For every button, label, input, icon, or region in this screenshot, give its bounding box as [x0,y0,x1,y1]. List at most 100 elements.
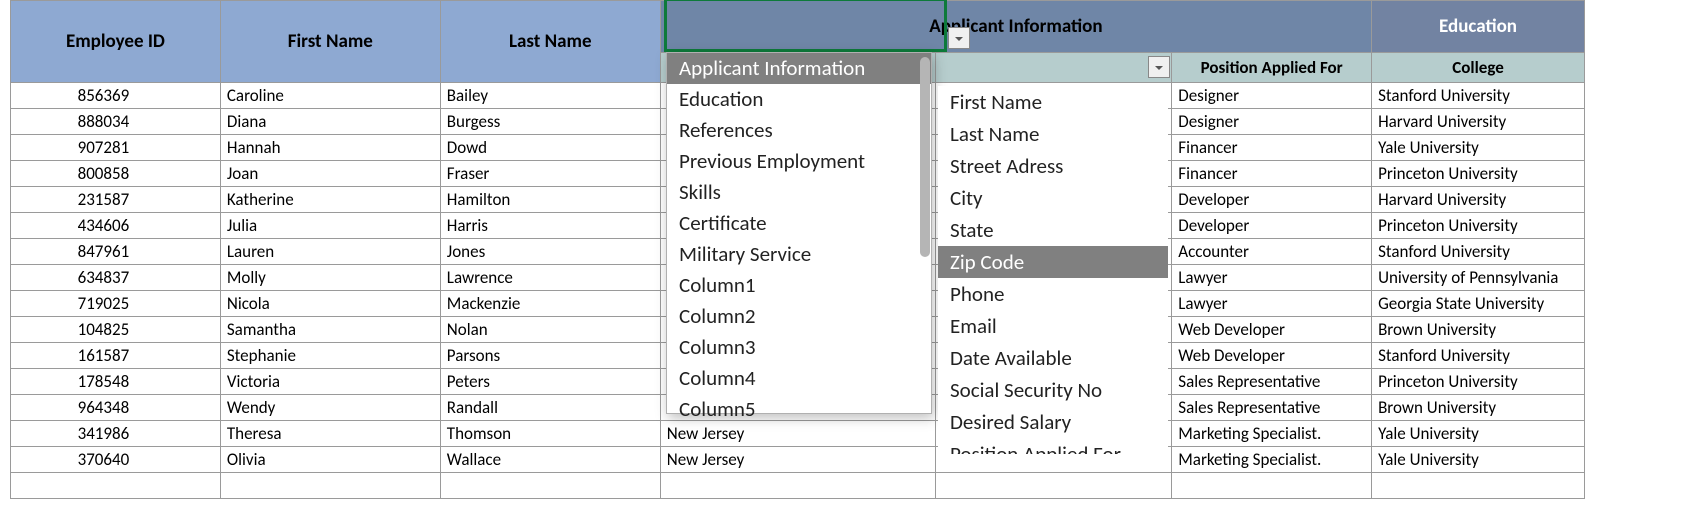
cell-position[interactable]: Web Developer [1172,343,1372,369]
table-row[interactable]: 370640OliviaWallaceNew JerseyMarketing S… [11,447,1585,473]
cell-employee-id[interactable]: 847961 [11,239,221,265]
dropdown-item[interactable]: First Name [938,86,1168,118]
cell-first-name[interactable]: Caroline [220,83,440,109]
cell-employee-id[interactable]: 161587 [11,343,221,369]
dropdown-item[interactable]: Position Applied For [938,438,1168,454]
cell-college[interactable]: Princeton University [1372,369,1585,395]
cell-employee-id[interactable]: 888034 [11,109,221,135]
cell-college[interactable]: Georgia State University [1372,291,1585,317]
cell-last-name[interactable]: Thomson [440,421,660,447]
header-education[interactable]: Education [1372,1,1585,53]
table-row[interactable] [11,473,1585,499]
dropdown-item[interactable]: Email [938,310,1168,342]
cell-first-name[interactable]: Wendy [220,395,440,421]
dropdown-item[interactable]: Column5 [667,394,931,425]
subheader-position[interactable]: Position Applied For [1172,53,1372,83]
cell-last-name[interactable]: Hamilton [440,187,660,213]
group-dropdown-list[interactable]: Applicant InformationEducationReferences… [666,52,932,414]
cell-first-name[interactable]: Nicola [220,291,440,317]
header-employee-id[interactable]: Employee ID [11,1,221,83]
cell-college[interactable]: Stanford University [1372,343,1585,369]
cell-last-name[interactable]: Wallace [440,447,660,473]
cell-employee-id[interactable]: 178548 [11,369,221,395]
cell-first-name[interactable]: Katherine [220,187,440,213]
cell-last-name[interactable]: Dowd [440,135,660,161]
header-applicant-information[interactable]: Applicant Information [660,1,1371,53]
cell-first-name[interactable]: Olivia [220,447,440,473]
cell-employee-id[interactable]: 964348 [11,395,221,421]
cell-employee-id[interactable]: 800858 [11,161,221,187]
cell-employee-id[interactable]: 907281 [11,135,221,161]
cell-first-name[interactable]: Lauren [220,239,440,265]
cell-position[interactable]: Developer [1172,213,1372,239]
dropdown-item[interactable]: Column2 [667,301,931,332]
city-dropdown-trigger[interactable] [1148,56,1170,78]
dropdown-item[interactable]: Skills [667,177,931,208]
cell-last-name[interactable]: Burgess [440,109,660,135]
cell-position[interactable]: Marketing Specialist. [1172,421,1372,447]
cell-employee-id[interactable]: 341986 [11,421,221,447]
cell-college[interactable]: University of Pennsylvania [1372,265,1585,291]
dropdown-item[interactable]: References [667,115,931,146]
cell-position[interactable]: Designer [1172,83,1372,109]
cell-last-name[interactable]: Lawrence [440,265,660,291]
cell-employee-id[interactable]: 719025 [11,291,221,317]
cell-last-name[interactable]: Randall [440,395,660,421]
cell-position[interactable]: Designer [1172,109,1372,135]
cell-first-name[interactable]: Joan [220,161,440,187]
cell-employee-id[interactable]: 434606 [11,213,221,239]
cell-employee-id[interactable]: 856369 [11,83,221,109]
scrollbar-thumb[interactable] [920,57,930,257]
cell-college[interactable]: Princeton University [1372,161,1585,187]
dropdown-item[interactable]: Column3 [667,332,931,363]
cell-position[interactable]: Lawyer [1172,265,1372,291]
cell-college[interactable]: Brown University [1372,395,1585,421]
cell-college[interactable]: Harvard University [1372,109,1585,135]
dropdown-item[interactable]: Military Service [667,239,931,270]
cell-college[interactable]: Yale University [1372,447,1585,473]
cell-college[interactable]: Stanford University [1372,83,1585,109]
cell-empty[interactable] [11,473,221,499]
dropdown-item[interactable]: City [938,182,1168,214]
cell-last-name[interactable]: Harris [440,213,660,239]
cell-last-name[interactable]: Mackenzie [440,291,660,317]
cell-last-name[interactable]: Jones [440,239,660,265]
dropdown-item[interactable]: Social Security No [938,374,1168,406]
cell-employee-id[interactable]: 231587 [11,187,221,213]
cell-position[interactable]: Financer [1172,161,1372,187]
cell-college[interactable]: Harvard University [1372,187,1585,213]
dropdown-item[interactable]: Column4 [667,363,931,394]
cell-last-name[interactable]: Bailey [440,83,660,109]
dropdown-item[interactable]: Last Name [938,118,1168,150]
cell-employee-id[interactable]: 104825 [11,317,221,343]
cell-first-name[interactable]: Hannah [220,135,440,161]
header-last-name[interactable]: Last Name [440,1,660,83]
cell-position[interactable]: Marketing Specialist. [1172,447,1372,473]
cell-position[interactable]: Sales Representative [1172,369,1372,395]
cell-employee-id[interactable]: 634837 [11,265,221,291]
dropdown-item[interactable]: Zip Code [938,246,1168,278]
cell-city[interactable]: New Jersey [660,447,935,473]
dropdown-item[interactable]: Street Adress [938,150,1168,182]
cell-first-name[interactable]: Molly [220,265,440,291]
dropdown-item[interactable]: Phone [938,278,1168,310]
dropdown-item[interactable]: Certificate [667,208,931,239]
cell-first-name[interactable]: Victoria [220,369,440,395]
cell-college[interactable]: Yale University [1372,135,1585,161]
cell-position[interactable]: Lawyer [1172,291,1372,317]
cell-position[interactable]: Developer [1172,187,1372,213]
dropdown-item[interactable]: State [938,214,1168,246]
cell-first-name[interactable]: Diana [220,109,440,135]
dropdown-item[interactable]: Applicant Information [667,53,931,84]
cell-first-name[interactable]: Theresa [220,421,440,447]
cell-last-name[interactable]: Fraser [440,161,660,187]
cell-first-name[interactable]: Julia [220,213,440,239]
header-first-name[interactable]: First Name [220,1,440,83]
cell-last-name[interactable]: Nolan [440,317,660,343]
cell-position[interactable]: Web Developer [1172,317,1372,343]
dropdown-item[interactable]: Column1 [667,270,931,301]
cell-position[interactable]: Sales Representative [1172,395,1372,421]
cell-college[interactable]: Yale University [1372,421,1585,447]
cell-first-name[interactable]: Samantha [220,317,440,343]
cell-last-name[interactable]: Peters [440,369,660,395]
